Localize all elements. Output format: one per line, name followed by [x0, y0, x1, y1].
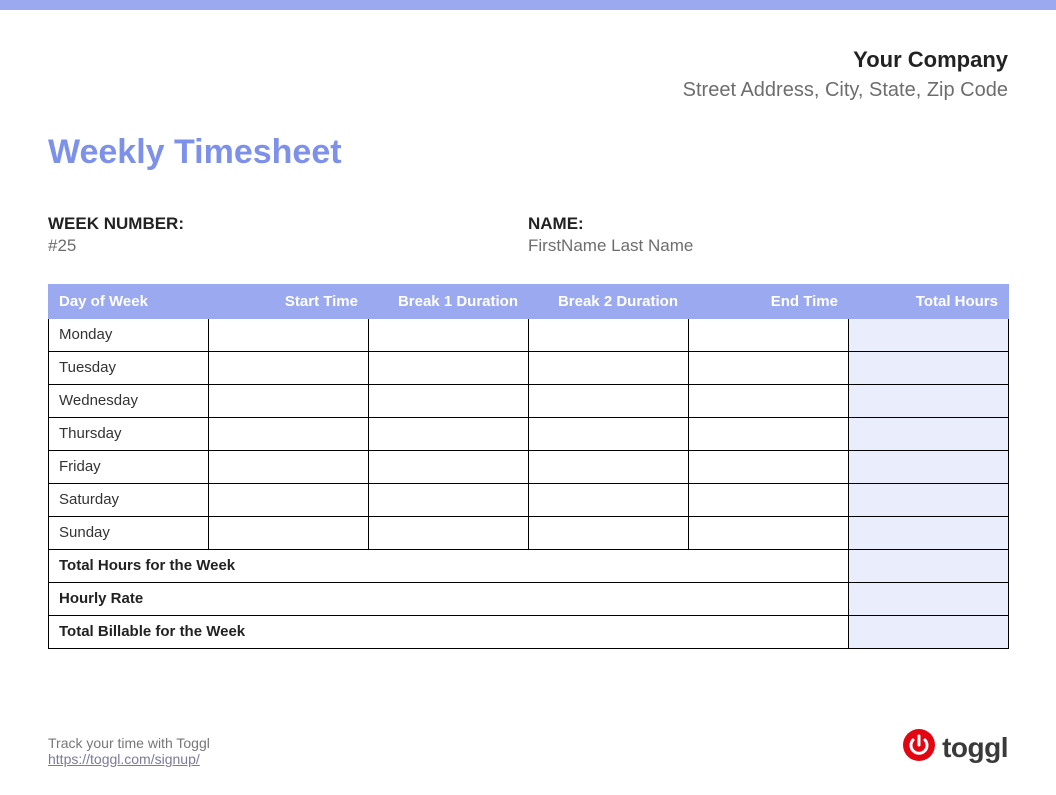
- name-label: NAME:: [528, 214, 1008, 234]
- start-cell[interactable]: [209, 417, 369, 450]
- break2-cell[interactable]: [529, 417, 689, 450]
- end-cell[interactable]: [689, 384, 849, 417]
- col-end: End Time: [689, 284, 849, 318]
- footer-track-text: Track your time with Toggl: [48, 735, 210, 751]
- table-row: Tuesday: [49, 351, 1009, 384]
- end-cell[interactable]: [689, 483, 849, 516]
- break1-cell[interactable]: [369, 516, 529, 549]
- day-cell: Friday: [49, 450, 209, 483]
- total-cell[interactable]: [849, 417, 1009, 450]
- table-header-row: Day of Week Start Time Break 1 Duration …: [49, 284, 1009, 318]
- table-row: Saturday: [49, 483, 1009, 516]
- col-start: Start Time: [209, 284, 369, 318]
- end-cell[interactable]: [689, 351, 849, 384]
- summary-total-hours-label: Total Hours for the Week: [49, 549, 849, 582]
- timesheet-table: Day of Week Start Time Break 1 Duration …: [48, 284, 1009, 649]
- break2-cell[interactable]: [529, 516, 689, 549]
- week-number-block: WEEK NUMBER: #25: [48, 214, 528, 256]
- day-cell: Monday: [49, 318, 209, 351]
- toggl-logo: toggl: [902, 728, 1008, 767]
- footer-text-block: Track your time with Toggl https://toggl…: [48, 735, 210, 767]
- break1-cell[interactable]: [369, 351, 529, 384]
- break1-cell[interactable]: [369, 450, 529, 483]
- name-value: FirstName Last Name: [528, 236, 1008, 256]
- summary-rate-value[interactable]: [849, 582, 1009, 615]
- col-total: Total Hours: [849, 284, 1009, 318]
- break1-cell[interactable]: [369, 483, 529, 516]
- name-block: NAME: FirstName Last Name: [528, 214, 1008, 256]
- summary-rate-label: Hourly Rate: [49, 582, 849, 615]
- break1-cell[interactable]: [369, 384, 529, 417]
- power-icon: [902, 728, 936, 767]
- end-cell[interactable]: [689, 450, 849, 483]
- table-row: Monday: [49, 318, 1009, 351]
- col-break2: Break 2 Duration: [529, 284, 689, 318]
- day-cell: Sunday: [49, 516, 209, 549]
- summary-total-hours-row: Total Hours for the Week: [49, 549, 1009, 582]
- total-cell[interactable]: [849, 318, 1009, 351]
- summary-billable-row: Total Billable for the Week: [49, 615, 1009, 648]
- table-row: Sunday: [49, 516, 1009, 549]
- company-address: Street Address, City, State, Zip Code: [48, 77, 1008, 103]
- table-row: Friday: [49, 450, 1009, 483]
- break2-cell[interactable]: [529, 483, 689, 516]
- start-cell[interactable]: [209, 450, 369, 483]
- total-cell[interactable]: [849, 450, 1009, 483]
- day-cell: Wednesday: [49, 384, 209, 417]
- col-break1: Break 1 Duration: [369, 284, 529, 318]
- start-cell[interactable]: [209, 318, 369, 351]
- break1-cell[interactable]: [369, 318, 529, 351]
- signup-link[interactable]: https://toggl.com/signup/: [48, 751, 200, 767]
- end-cell[interactable]: [689, 417, 849, 450]
- total-cell[interactable]: [849, 516, 1009, 549]
- week-number-value: #25: [48, 236, 528, 256]
- end-cell[interactable]: [689, 516, 849, 549]
- break2-cell[interactable]: [529, 384, 689, 417]
- start-cell[interactable]: [209, 384, 369, 417]
- summary-rate-row: Hourly Rate: [49, 582, 1009, 615]
- col-day: Day of Week: [49, 284, 209, 318]
- day-cell: Saturday: [49, 483, 209, 516]
- week-number-label: WEEK NUMBER:: [48, 214, 528, 234]
- top-accent-bar: [0, 0, 1056, 10]
- end-cell[interactable]: [689, 318, 849, 351]
- start-cell[interactable]: [209, 483, 369, 516]
- summary-billable-label: Total Billable for the Week: [49, 615, 849, 648]
- company-block: Your Company Street Address, City, State…: [48, 46, 1008, 103]
- total-cell[interactable]: [849, 351, 1009, 384]
- table-row: Wednesday: [49, 384, 1009, 417]
- page-title: Weekly Timesheet: [48, 133, 1008, 172]
- day-cell: Tuesday: [49, 351, 209, 384]
- company-name: Your Company: [48, 46, 1008, 75]
- summary-billable-value[interactable]: [849, 615, 1009, 648]
- summary-total-hours-value[interactable]: [849, 549, 1009, 582]
- break2-cell[interactable]: [529, 351, 689, 384]
- total-cell[interactable]: [849, 384, 1009, 417]
- toggl-brand-text: toggl: [942, 732, 1008, 764]
- break2-cell[interactable]: [529, 318, 689, 351]
- table-row: Thursday: [49, 417, 1009, 450]
- start-cell[interactable]: [209, 516, 369, 549]
- break2-cell[interactable]: [529, 450, 689, 483]
- break1-cell[interactable]: [369, 417, 529, 450]
- total-cell[interactable]: [849, 483, 1009, 516]
- day-cell: Thursday: [49, 417, 209, 450]
- start-cell[interactable]: [209, 351, 369, 384]
